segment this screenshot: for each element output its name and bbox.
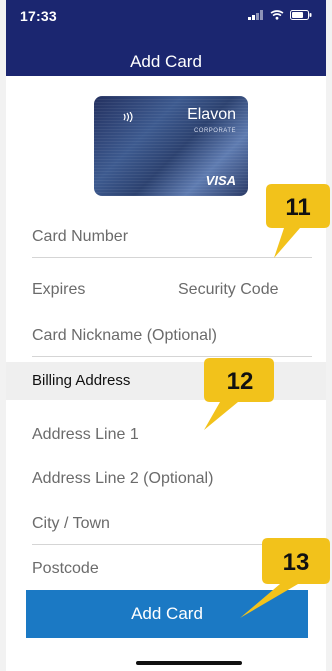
expires-field[interactable]: Expires	[32, 281, 152, 307]
callout-12-label: 12	[227, 368, 254, 395]
callout-11: 11	[266, 184, 330, 258]
city-placeholder: City / Town	[32, 515, 110, 532]
card-brand-logo: Elavon	[187, 106, 236, 123]
callout-13-label: 13	[283, 549, 310, 576]
callout-12: 12	[204, 358, 274, 430]
expires-placeholder: Expires	[32, 281, 86, 298]
status-time: 17:33	[20, 8, 57, 24]
status-icons	[248, 10, 312, 20]
card-number-placeholder: Card Number	[32, 228, 129, 245]
contactless-icon	[123, 112, 133, 122]
header: 17:33 Add Card	[6, 0, 326, 76]
card-network-logo: VISA	[205, 173, 236, 188]
card-tier: CORPORATE	[193, 128, 236, 134]
address-line-2-field[interactable]: Address Line 2 (Optional)	[32, 470, 312, 496]
security-code-field[interactable]: Security Code	[178, 281, 298, 299]
wifi-icon	[270, 10, 284, 20]
postcode-placeholder: Postcode	[32, 560, 99, 577]
address-line-1-placeholder: Address Line 1	[32, 426, 139, 443]
signal-icon	[248, 10, 263, 20]
card-image: Elavon CORPORATE VISA	[94, 96, 248, 196]
security-code-placeholder: Security Code	[178, 281, 279, 298]
page-title: Add Card	[130, 52, 202, 71]
callout-11-label: 11	[285, 194, 310, 221]
address-line-2-placeholder: Address Line 2 (Optional)	[32, 470, 214, 487]
card-nickname-placeholder: Card Nickname (Optional)	[32, 327, 217, 344]
card-nickname-field[interactable]: Card Nickname (Optional)	[32, 327, 312, 357]
billing-address-label: Billing Address	[32, 372, 131, 389]
home-indicator	[136, 661, 242, 665]
callout-13: 13	[240, 538, 330, 618]
battery-icon	[290, 10, 312, 20]
